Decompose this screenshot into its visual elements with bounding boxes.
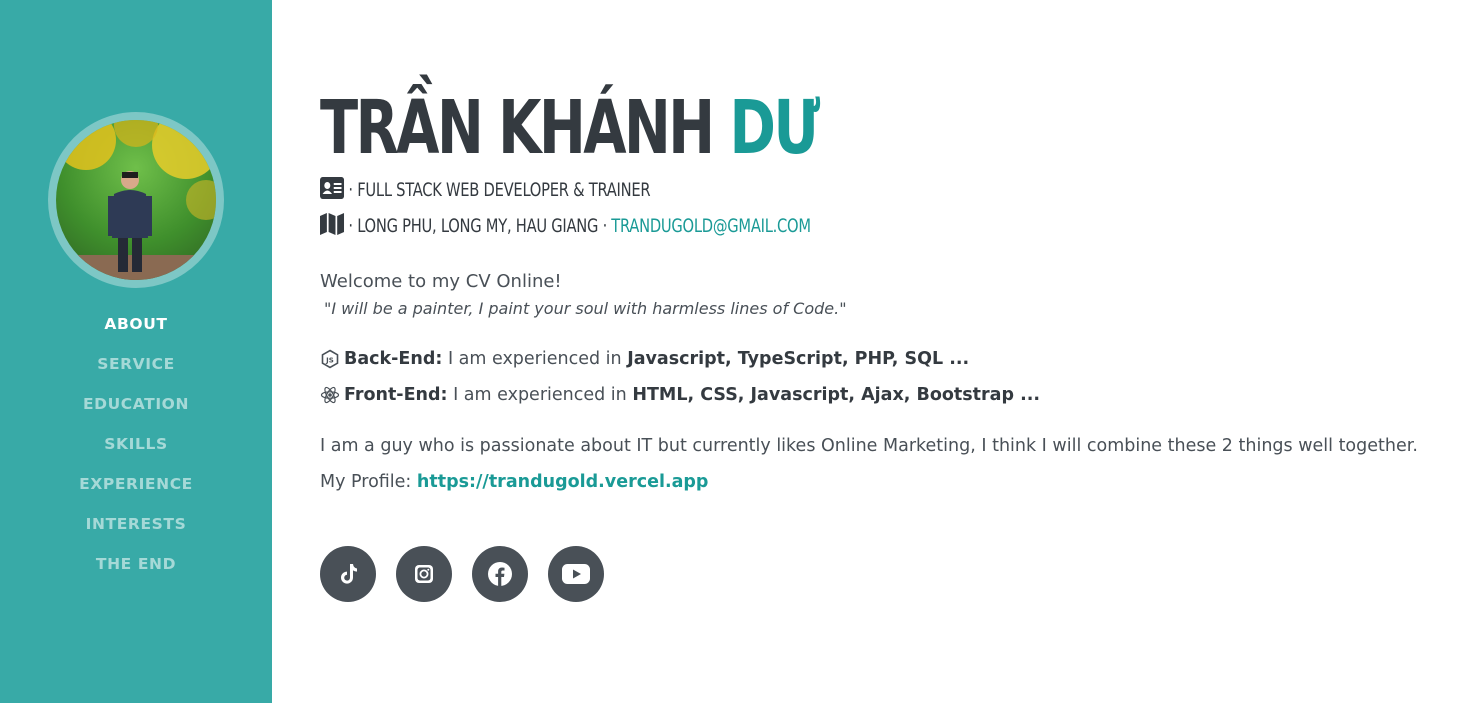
contact-line: · LONG PHU, LONG MY, HAU GIANG · TRANDUG…: [320, 212, 811, 240]
profile-label: My Profile:: [320, 472, 417, 492]
react-icon: [320, 385, 340, 405]
first-name: TRẦN KHÁNH: [320, 85, 715, 171]
svg-text:JS: JS: [325, 356, 334, 364]
id-card-icon: [320, 176, 345, 204]
skill-tech: HTML, CSS, Javascript, Ajax, Bootstrap .…: [632, 385, 1041, 405]
nav-item-service[interactable]: SERVICE: [0, 352, 272, 392]
avatar[interactable]: [56, 120, 216, 280]
youtube-button[interactable]: [548, 546, 604, 602]
tiktok-button[interactable]: [320, 546, 376, 602]
address: · LONG PHU, LONG MY, HAU GIANG ·: [348, 215, 607, 237]
facebook-icon: [488, 562, 512, 586]
profile-link[interactable]: https://trandugold.vercel.app: [417, 472, 709, 492]
email-link[interactable]: TRANDUGOLD@GMAIL.COM: [611, 215, 811, 237]
skill-label: Front-End:: [344, 385, 448, 405]
nav-item-the-end[interactable]: THE END: [0, 552, 272, 592]
nav-item-about[interactable]: ABOUT: [0, 312, 272, 352]
sidebar-nav: ABOUT SERVICE EDUCATION SKILLS EXPERIENC…: [0, 312, 272, 592]
avatar-ring: [48, 112, 224, 288]
social-links: [320, 546, 604, 602]
skill-backend: JS Back-End: I am experienced in Javascr…: [320, 349, 969, 369]
map-icon: [320, 212, 345, 240]
job-title-line: · FULL STACK WEB DEVELOPER & TRAINER: [320, 176, 651, 204]
tiktok-icon: [341, 564, 357, 584]
nav-item-interests[interactable]: INTERESTS: [0, 512, 272, 552]
skill-text: I am experienced in: [442, 349, 628, 369]
sidebar: ABOUT SERVICE EDUCATION SKILLS EXPERIENC…: [0, 0, 272, 703]
last-name: DƯ: [729, 85, 821, 171]
skill-text: I am experienced in: [447, 385, 633, 405]
instagram-icon: [415, 565, 433, 583]
nav-item-skills[interactable]: SKILLS: [0, 432, 272, 472]
profile-photo: [56, 120, 216, 280]
nav-item-education[interactable]: EDUCATION: [0, 392, 272, 432]
skill-tech: Javascript, TypeScript, PHP, SQL ...: [627, 349, 970, 369]
instagram-button[interactable]: [396, 546, 452, 602]
job-title: · FULL STACK WEB DEVELOPER & TRAINER: [348, 179, 651, 201]
profile-line: My Profile: https://trandugold.vercel.ap…: [320, 472, 708, 492]
nav-item-experience[interactable]: EXPERIENCE: [0, 472, 272, 512]
about-text: I am a guy who is passionate about IT bu…: [320, 436, 1418, 456]
youtube-icon: [562, 564, 590, 584]
skill-frontend: Front-End: I am experienced in HTML, CSS…: [320, 385, 1040, 405]
facebook-button[interactable]: [472, 546, 528, 602]
page-title: TRẦN KHÁNH DƯ: [320, 80, 821, 176]
skill-label: Back-End:: [344, 349, 443, 369]
welcome-text: Welcome to my CV Online!: [320, 271, 562, 292]
nodejs-icon: JS: [320, 349, 340, 369]
quote-text: "I will be a painter, I paint your soul …: [324, 299, 847, 318]
